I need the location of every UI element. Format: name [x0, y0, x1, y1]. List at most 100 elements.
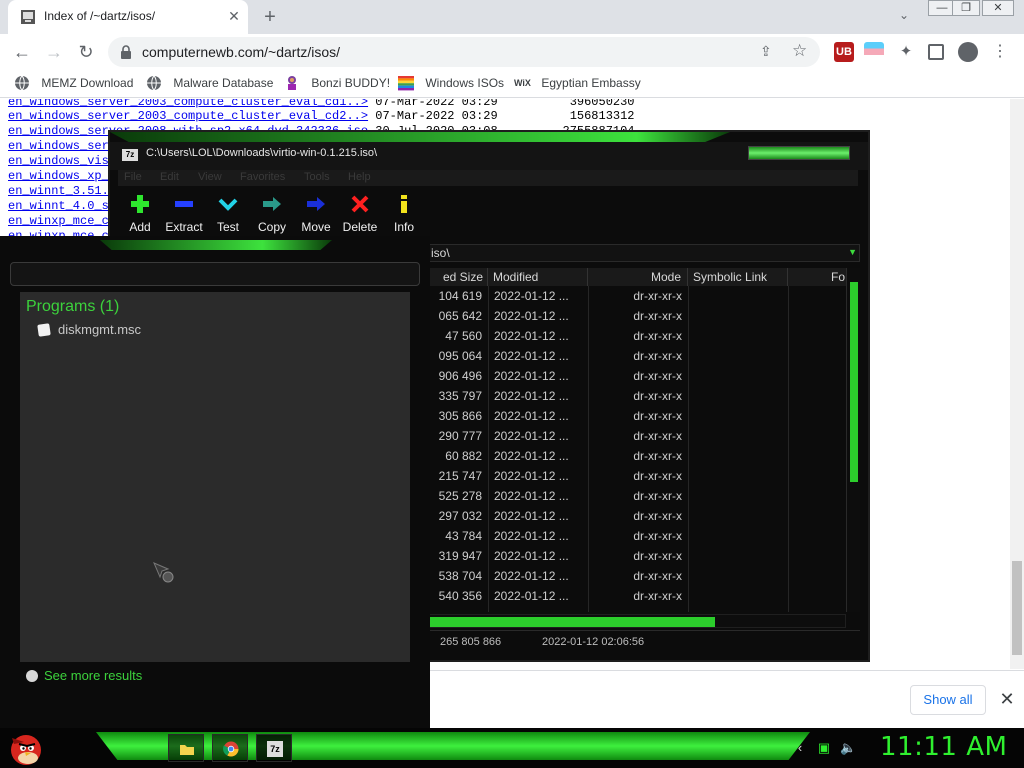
test-button[interactable]: Test — [206, 192, 250, 238]
flag-extension-icon[interactable] — [864, 42, 884, 62]
archive-path-field[interactable]: iso\ ▼ — [428, 244, 860, 262]
delete-button[interactable]: Delete — [338, 192, 382, 238]
listing-link[interactable]: en_winnt_3.51. — [8, 184, 109, 198]
extract-button[interactable]: Extract — [162, 192, 206, 238]
show-all-downloads-button[interactable]: Show all — [910, 685, 986, 715]
show-hidden-icons-chevron-icon[interactable]: ‹ — [792, 740, 808, 756]
angry-bird-start-button-icon[interactable] — [6, 728, 46, 768]
window-caption-buttons[interactable] — [748, 146, 850, 160]
ublock-extension-icon[interactable]: UB — [834, 42, 854, 62]
column-symbolic-link[interactable]: Symbolic Link — [688, 268, 788, 286]
listing-link[interactable]: en_windows_server_2003_compute_cluster_e… — [8, 109, 368, 123]
browser-toolbar: ← → ↻ computernewb.com/~dartz/isos/ ⇪ ☆ … — [0, 34, 1024, 70]
table-row[interactable]: 065 642 2022-01-12 ... dr-xr-xr-x — [428, 306, 848, 326]
table-row[interactable]: 906 496 2022-01-12 ... dr-xr-xr-x — [428, 366, 848, 386]
menu-file[interactable]: File — [124, 171, 142, 183]
column-packed-size[interactable]: ed Size — [428, 268, 488, 286]
menu-edit[interactable]: Edit — [160, 171, 179, 183]
bookmark-egyptian-embassy[interactable]: WiX Egyptian Embassy — [514, 75, 641, 93]
chevron-down-icon[interactable]: ▼ — [848, 247, 857, 257]
bookmark-bonzi-buddy[interactable]: Bonzi BUDDY! — [284, 75, 390, 93]
reload-icon[interactable]: ↻ — [74, 40, 98, 64]
tab-search-chevron-icon[interactable]: ⌄ — [894, 8, 914, 26]
table-row[interactable]: 538 704 2022-01-12 ... dr-xr-xr-x — [428, 566, 848, 586]
profile-avatar-icon[interactable] — [958, 42, 978, 62]
download-bar-close-icon[interactable]: ✕ — [996, 685, 1018, 713]
extract-icon — [175, 201, 193, 207]
menu-view[interactable]: View — [198, 171, 222, 183]
column-mode[interactable]: Mode — [588, 268, 688, 286]
column-folders[interactable]: Fo — [788, 268, 848, 286]
cell-size: 297 032 — [438, 509, 482, 523]
network-icon[interactable]: ▣ — [816, 740, 832, 756]
table-row[interactable]: 319 947 2022-01-12 ... dr-xr-xr-x — [428, 546, 848, 566]
back-icon[interactable]: ← — [10, 40, 34, 64]
result-label: diskmgmt.msc — [58, 322, 142, 337]
bookmark-memz[interactable]: MEMZ Download — [14, 75, 133, 93]
forward-icon[interactable]: → — [42, 40, 66, 64]
table-row[interactable]: 525 278 2022-01-12 ... dr-xr-xr-x — [428, 486, 848, 506]
url-text[interactable]: computernewb.com/~dartz/isos/ — [142, 44, 340, 60]
taskbar-sevenzip[interactable]: 7z — [256, 734, 292, 762]
menu-help[interactable]: Help — [348, 171, 371, 183]
table-row[interactable]: 60 882 2022-01-12 ... dr-xr-xr-x — [428, 446, 848, 466]
listing-link[interactable]: en_winxp_mce_c — [8, 214, 109, 228]
table-row[interactable]: 095 064 2022-01-12 ... dr-xr-xr-x — [428, 346, 848, 366]
file-list-scroll-thumb[interactable] — [850, 282, 858, 482]
table-row[interactable]: 297 032 2022-01-12 ... dr-xr-xr-x — [428, 506, 848, 526]
table-row[interactable]: 215 747 2022-01-12 ... dr-xr-xr-x — [428, 466, 848, 486]
table-row[interactable]: 47 560 2022-01-12 ... dr-xr-xr-x — [428, 326, 848, 346]
listing-link[interactable]: en_windows_vis — [8, 154, 109, 168]
table-row[interactable]: 335 797 2022-01-12 ... dr-xr-xr-x — [428, 386, 848, 406]
cell-mode: dr-xr-xr-x — [633, 549, 682, 563]
close-window-button[interactable]: ✕ — [982, 0, 1014, 16]
column-modified[interactable]: Modified — [488, 268, 588, 286]
page-scrollbar[interactable] — [1010, 99, 1024, 669]
tab-close-icon[interactable]: ✕ — [225, 7, 243, 25]
cell-mode: dr-xr-xr-x — [633, 429, 682, 443]
share-icon[interactable]: ⇪ — [760, 43, 772, 60]
side-panel-icon[interactable] — [928, 44, 944, 60]
menu-favorites[interactable]: Favorites — [240, 171, 285, 183]
taskbar-explorer[interactable] — [168, 734, 204, 762]
browser-tab[interactable]: Index of /~dartz/isos/ ✕ — [8, 0, 248, 34]
move-button[interactable]: Move — [294, 192, 338, 238]
table-row[interactable]: 540 356 2022-01-12 ... dr-xr-xr-x — [428, 586, 848, 606]
bookmark-malware-database[interactable]: Malware Database — [146, 75, 273, 93]
address-bar[interactable]: computernewb.com/~dartz/isos/ ⇪ ☆ — [108, 37, 820, 67]
programs-header[interactable]: Programs (1) — [26, 298, 119, 316]
file-list-hscrollbar[interactable] — [428, 614, 846, 628]
taskbar-clock[interactable]: 11:11 AM — [880, 732, 1007, 762]
table-row[interactable]: 104 619 2022-01-12 ... dr-xr-xr-x — [428, 286, 848, 306]
restore-button[interactable]: ❐ — [952, 0, 980, 16]
menu-tools[interactable]: Tools — [304, 171, 330, 183]
info-button[interactable]: Info — [382, 192, 426, 238]
bookmark-windows-isos[interactable]: Windows ISOs — [398, 75, 504, 93]
start-search-input[interactable] — [10, 262, 420, 286]
chrome-menu-icon[interactable]: ⋮ — [990, 42, 1010, 62]
taskbar-chrome[interactable] — [212, 734, 248, 762]
table-row[interactable]: 305 866 2022-01-12 ... dr-xr-xr-x — [428, 406, 848, 426]
listing-link[interactable]: en_winnt_4.0_s — [8, 199, 109, 213]
listing-link[interactable]: en_windows_server_2003_compute_cluster_e… — [8, 99, 368, 109]
sevenzip-titlebar[interactable]: 7z C:\Users\LOL\Downloads\virtio-win-0.1… — [110, 142, 868, 170]
cell-size: 104 619 — [438, 289, 482, 303]
listing-link[interactable]: en_windows_xp_ — [8, 169, 109, 183]
copy-button[interactable]: Copy — [250, 192, 294, 238]
listing-link[interactable]: en_windows_ser — [8, 139, 109, 153]
add-button[interactable]: Add — [118, 192, 162, 238]
cell-mode: dr-xr-xr-x — [633, 329, 682, 343]
file-list-hscroll-thumb[interactable] — [429, 617, 715, 627]
page-scroll-thumb[interactable] — [1012, 561, 1022, 655]
table-row[interactable]: 290 777 2022-01-12 ... dr-xr-xr-x — [428, 426, 848, 446]
bookmark-star-icon[interactable]: ☆ — [792, 41, 807, 61]
file-list-scrollbar[interactable] — [846, 268, 860, 612]
start-menu-footer: See more results — [20, 662, 410, 728]
table-row[interactable]: 43 784 2022-01-12 ... dr-xr-xr-x — [428, 526, 848, 546]
start-menu-panel: Programs (1) diskmgmt.msc See more resul… — [0, 236, 430, 730]
volume-icon[interactable]: 🔈 — [840, 740, 856, 756]
system-tray: ‹ ▣ 🔈 — [788, 738, 868, 758]
new-tab-button[interactable]: + — [258, 6, 282, 28]
extensions-puzzle-icon[interactable]: ✦ — [896, 42, 916, 62]
cell-size: 095 064 — [438, 349, 482, 363]
